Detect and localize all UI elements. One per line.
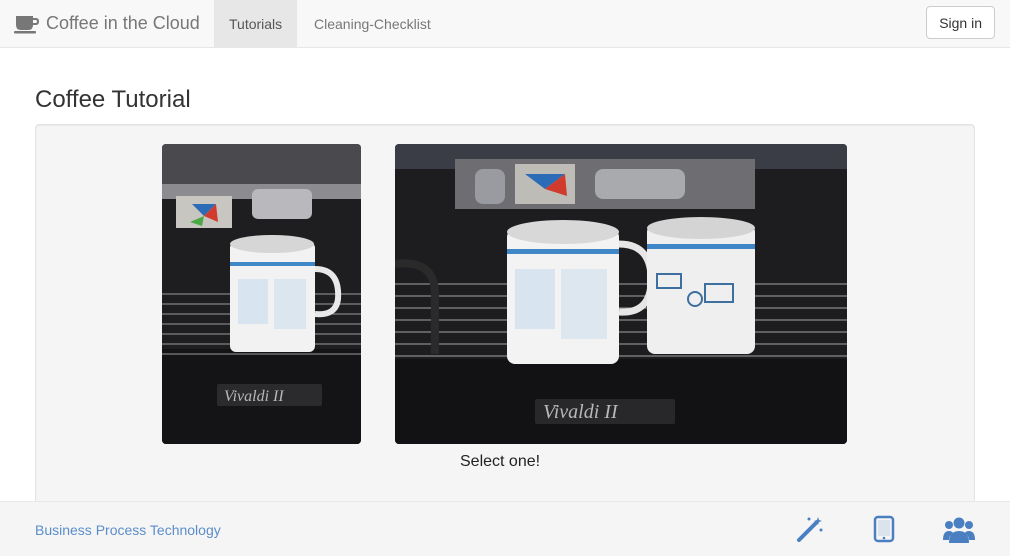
users-icon[interactable]	[943, 515, 975, 545]
navbar: Coffee in the Cloud Tutorials Cleaning-C…	[0, 0, 1010, 48]
tab-tutorials-label: Tutorials	[229, 15, 283, 32]
select-caption: Select one!	[460, 453, 541, 470]
business-process-technology-link[interactable]: Business Process Technology	[35, 522, 221, 538]
tab-tutorials[interactable]: Tutorials	[214, 0, 298, 47]
tab-cleaning-checklist[interactable]: Cleaning-Checklist	[299, 0, 446, 47]
magic-wand-icon[interactable]	[796, 515, 824, 543]
single-cup-photo[interactable]: Vivaldi II	[162, 144, 361, 444]
coffee-cup-icon	[14, 15, 39, 33]
svg-text:Vivaldi II: Vivaldi II	[543, 401, 619, 423]
tab-cleaning-checklist-label: Cleaning-Checklist	[314, 15, 431, 32]
page-title: Coffee Tutorial	[35, 86, 191, 113]
brand-label: Coffee in the Cloud	[46, 13, 200, 33]
footer: Business Process Technology	[0, 501, 1010, 556]
two-cups-photo[interactable]: Vivaldi II	[395, 144, 847, 444]
svg-text:Vivaldi II: Vivaldi II	[224, 388, 284, 405]
brand-link[interactable]: Coffee in the Cloud	[14, 0, 200, 47]
sign-in-button[interactable]: Sign in	[926, 6, 995, 39]
tablet-icon[interactable]	[873, 515, 895, 543]
